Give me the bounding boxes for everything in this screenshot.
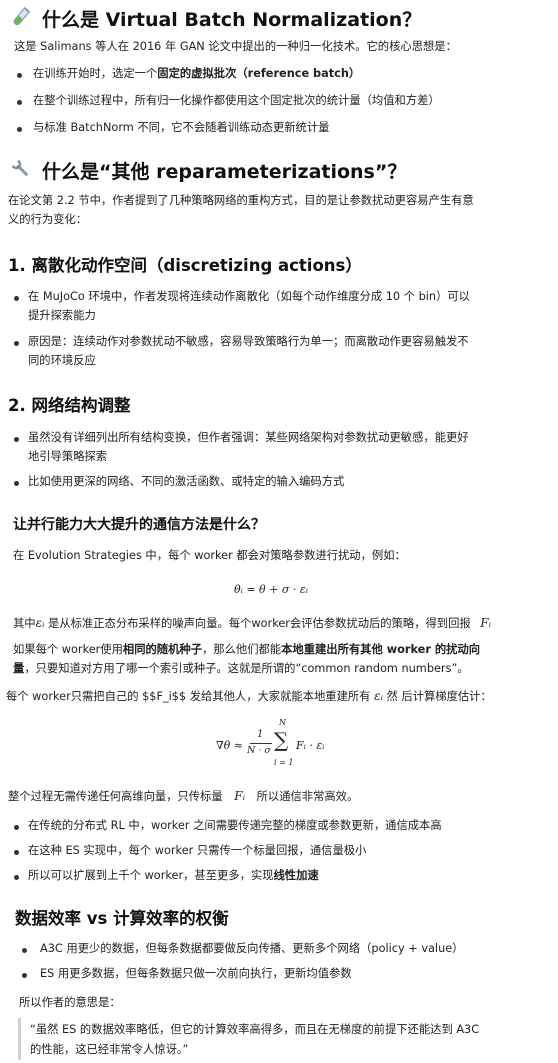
bullet-dot (17, 127, 22, 132)
section4-bullet-2: ES 用更多数据，但每条数据只做一次前向执行，更新均值参数 (40, 967, 352, 980)
section3-line3: 如果每个 worker使用相同的随机种子，那么他们都能本地重建出所有其他 wor… (13, 643, 481, 656)
section2-intro-line1: 在论文第 2.2 节中，作者提到了几种策略网络的重构方式，目的是让参数扰动更容易… (8, 194, 474, 207)
subsection-2-title: 2. 网络结构调整 (8, 396, 131, 415)
section3-bullet-2: 在这种 ES 实现中，每个 worker 只需传一个标量回报，通信量极小 (28, 844, 367, 857)
wrench-icon (10, 158, 32, 180)
section3-line2: 其中εᵢ 是从标准正态分布采样的噪声向量。每个worker会评估参数扰动后的策略… (13, 616, 492, 630)
equation-perturbation: θᵢ = θ + σ · εᵢ (234, 583, 308, 596)
quote-bar (18, 1018, 21, 1060)
equation-gradient: ∇θ ≈ 1 N · σ N ∑ i = 1 Fᵢ · εᵢ (216, 718, 325, 767)
section4-title: 数据效率 vs 计算效率的权衡 (15, 909, 229, 928)
bullet-dot (22, 948, 27, 953)
bullet-dot (14, 437, 19, 442)
bullet-dot (14, 850, 19, 855)
test-tube-icon (10, 6, 32, 28)
section4-bullet-1: A3C 用更少的数据，但每条数据都要做反向传播、更新多个网络（policy + … (40, 942, 464, 955)
section4-conclusion: 所以作者的意思是： (19, 996, 121, 1009)
section1-bullet-2: 在整个训练过程中，所有归一化操作都使用这个固定批次的统计量（均值和方差） (33, 94, 440, 107)
bullet-dot (14, 825, 19, 830)
quote-line2: 的性能，这已经非常令人惊讶。” (30, 1043, 189, 1056)
document-page: 什么是 Virtual Batch Normalization？ 这是 Sali… (0, 0, 558, 1063)
section2-title: 什么是“其他 reparameterizations”？ (42, 161, 407, 183)
section1-bullet-3: 与标准 BatchNorm 不同，它不会随着训练动态更新统计量 (33, 121, 330, 134)
bullet-dot (17, 100, 22, 105)
bullet-dot (22, 973, 27, 978)
section3-title: 让并行能力大大提升的通信方法是什么？ (13, 517, 265, 533)
sub1-bullet-1-line2: 提升探索能力 (28, 309, 96, 322)
sub1-bullet-2-line1: 原因是：连续动作对参数扰动不敏感，容易导致策略行为单一；而离散动作更容易触发不 (28, 335, 469, 348)
section3-line4: 量，只要知道对方用了哪一个索引或种子。这就是所谓的“common random … (13, 662, 469, 675)
section3-line6: 整个过程无需传递任何高维向量，只传标量 Fᵢ 所以通信非常高效。 (8, 789, 359, 803)
quote-line1: “虽然 ES 的数据效率略低，但它的计算效率高得多，而且在无梯度的前提下还能达到… (30, 1023, 480, 1036)
sub2-bullet-2: 比如使用更深的网络、不同的激活函数、或特定的输入编码方式 (28, 475, 345, 488)
bullet-dot (14, 341, 19, 346)
section1-intro: 这是 Salimans 等人在 2016 年 GAN 论文中提出的一种归一化技术… (14, 40, 457, 53)
section1-title: 什么是 Virtual Batch Normalization？ (42, 9, 422, 31)
sub1-bullet-2-line2: 同的环境反应 (28, 354, 96, 367)
section1-bullet-1: 在训练开始时，选定一个固定的虚拟批次（reference batch） (33, 67, 361, 80)
bullet-dot (17, 73, 22, 78)
section3-bullet-3: 所以可以扩展到上千个 worker，甚至更多，实现线性加速 (28, 869, 319, 882)
sub1-bullet-1-line1: 在 MuJoCo 环境中，作者发现将连续动作离散化（如每个动作维度分成 10 个… (28, 290, 470, 303)
bullet-dot (14, 296, 19, 301)
section3-bullet-1: 在传统的分布式 RL 中，worker 之间需要传递完整的梯度或参数更新，通信成… (28, 819, 442, 832)
sub2-bullet-1-line1: 虽然没有详细列出所有结构变换，但作者强调：某些网络架构对参数扰动更敏感，能更好 (28, 431, 469, 444)
sub2-bullet-1-line2: 地引导策略探索 (28, 450, 108, 463)
bullet-dot (14, 481, 19, 486)
section2-intro-line2: 义的行为变化： (8, 213, 88, 226)
bullet-dot (14, 875, 19, 880)
section3-line1: 在 Evolution Strategies 中，每个 worker 都会对策略… (13, 549, 406, 562)
section3-line5: 每个 worker只需把自己的 $$F_i$$ 发给其他人，大家就能本地重建所有… (6, 689, 492, 703)
subsection-1-title: 1. 离散化动作空间（discretizing actions） (8, 256, 362, 275)
